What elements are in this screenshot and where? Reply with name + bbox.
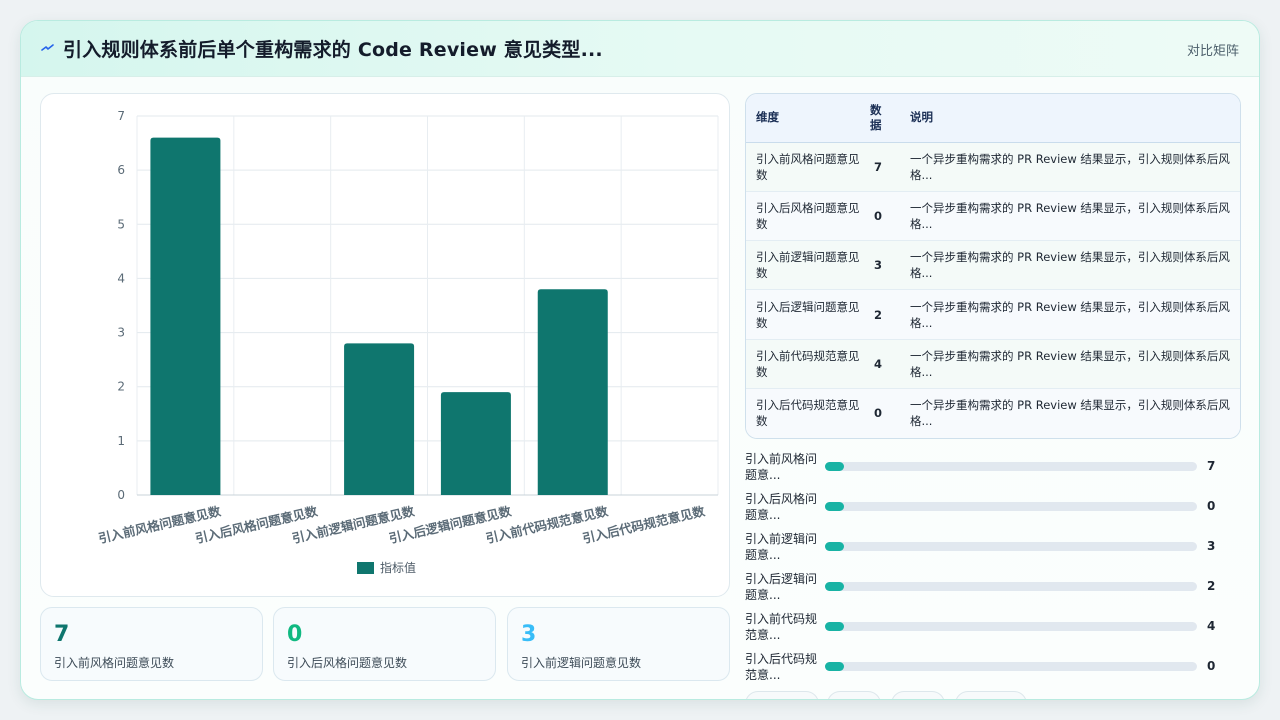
table-cell-value: 4 [874,356,883,371]
progress-row: 引入后逻辑问题意... 2 [745,571,1239,605]
kpi-value: 3 [521,622,537,647]
progress-label: 引入后逻辑问题意... [745,572,818,602]
progress-track [825,502,1197,511]
y-tick-label: 0 [117,488,125,502]
bar-chart-panel: 0 1 2 3 4 5 6 7 引入前风格问题意见数 引入后风格问题意见数 引入前逻辑问题意见数 引入… [40,93,730,597]
progress-label: 引入前风格问题意... [745,452,818,482]
progress-value: 0 [1207,659,1216,673]
progress-fill [825,622,844,631]
table-cell-dimension: 引入前逻辑问题意见数 [756,250,860,281]
progress-value: 3 [1207,539,1216,553]
tag-chip[interactable] [745,691,819,699]
column-header-data: 数据 [860,94,900,143]
table-row: 引入后风格问题意见数 0 一个异步重构需求的 PR Review 结果显示，引入… [746,191,1240,241]
progress-row: 引入前风格问题意... 7 [745,451,1239,485]
progress-label: 引入前代码规范意... [745,612,818,642]
chart-bar [537,289,608,495]
progress-row: 引入后风格问题意... 0 [745,491,1239,525]
column-header-description: 说明 [900,94,1240,143]
kpi-card: 7 引入前风格问题意见数 [40,607,263,681]
progress-row: 引入前代码规范意... 4 [745,611,1239,645]
page-title: 引入规则体系前后单个重构需求的 Code Review 意见类型... [63,39,603,61]
progress-value: 7 [1207,459,1216,473]
dashboard-card: 引入规则体系前后单个重构需求的 Code Review 意见类型... 对比矩阵… [20,20,1260,700]
table-cell-dimension: 引入后逻辑问题意见数 [756,299,860,330]
table-cell-value: 0 [874,208,883,223]
progress-value: 0 [1207,499,1216,513]
progress-fill [825,462,844,471]
table-cell-description: 一个异步重构需求的 PR Review 结果显示，引入规则体系后风格... [910,299,1230,330]
table-row: 引入前风格问题意见数 7 一个异步重构需求的 PR Review 结果显示，引入… [746,142,1240,192]
progress-label: 引入后代码规范意... [745,652,818,682]
y-tick-label: 3 [117,326,125,340]
y-tick-label: 6 [117,163,125,177]
chart-bar [150,137,221,495]
tag-chip[interactable] [955,691,1027,699]
legend-swatch [357,562,374,574]
kpi-card: 3 引入前逻辑问题意见数 [507,607,730,681]
kpi-value: 0 [287,622,303,647]
table-row: 引入后逻辑问题意见数 2 一个异步重构需求的 PR Review 结果显示，引入… [746,289,1240,340]
table-cell-dimension: 引入前代码规范意见数 [756,348,860,379]
progress-fill [825,582,844,591]
progress-value: 2 [1207,579,1216,593]
kpi-label: 引入前逻辑问题意见数 [521,656,642,670]
bar-chart: 01234567引入前风格问题意见数引入后风格问题意见数引入前逻辑问题意见数引入… [97,109,719,575]
progress-label: 引入前逻辑问题意... [745,532,818,562]
progress-row: 引入前逻辑问题意... 3 [745,531,1239,565]
y-tick-label: 2 [117,380,125,394]
progress-fill [825,542,844,551]
column-header-dimension: 维度 [746,94,860,143]
progress-fill [825,502,844,511]
y-tick-label: 5 [117,217,125,231]
progress-track [825,462,1197,471]
table-cell-description: 一个异步重构需求的 PR Review 结果显示，引入规则体系后风格... [910,200,1230,231]
progress-track [825,622,1197,631]
tag-chip[interactable] [827,691,881,699]
table-row: 引入后代码规范意见数 0 一个异步重构需求的 PR Review 结果显示，引入… [746,388,1240,438]
chart-bar [344,343,415,495]
table-cell-description: 一个异步重构需求的 PR Review 结果显示，引入规则体系后风格... [910,348,1230,379]
table-header-row: 维度 数据 说明 [746,94,1240,143]
data-table: 维度 数据 说明 引入前风格问题意见数 7 一个异步重构需求的 PR Revie… [745,93,1241,439]
progress-fill [825,662,844,671]
progress-value: 4 [1207,619,1216,633]
progress-track [825,582,1197,591]
table-row: 引入前代码规范意见数 4 一个异步重构需求的 PR Review 结果显示，引入… [746,339,1240,389]
table-cell-dimension: 引入前风格问题意见数 [756,151,860,182]
table-cell-dimension: 引入后代码规范意见数 [756,398,860,429]
table-cell-value: 2 [874,307,883,322]
table-cell-description: 一个异步重构需求的 PR Review 结果显示，引入规则体系后风格... [910,398,1230,429]
y-tick-label: 1 [117,434,125,448]
table-cell-value: 3 [874,258,883,273]
table-cell-value: 0 [874,406,883,421]
y-tick-label: 7 [117,109,125,123]
chart-bar [440,392,511,495]
kpi-label: 引入前风格问题意见数 [54,656,175,670]
y-tick-label: 4 [117,271,125,285]
table-row: 引入前逻辑问题意见数 3 一个异步重构需求的 PR Review 结果显示，引入… [746,240,1240,290]
progress-row: 引入后代码规范意... 0 [745,651,1239,685]
table-cell-description: 一个异步重构需求的 PR Review 结果显示，引入规则体系后风格... [910,151,1230,182]
card-header: 引入规则体系前后单个重构需求的 Code Review 意见类型... 对比矩阵 [21,21,1259,77]
view-mode-label[interactable]: 对比矩阵 [1187,40,1239,59]
tag-chip[interactable] [891,691,945,699]
kpi-card: 0 引入后风格问题意见数 [273,607,496,681]
kpi-label: 引入后风格问题意见数 [287,656,408,670]
legend-label: 指标值 [380,560,416,575]
progress-track [825,542,1197,551]
table-cell-value: 7 [874,159,883,174]
kpi-value: 7 [54,622,70,647]
table-cell-description: 一个异步重构需求的 PR Review 结果显示，引入规则体系后风格... [910,250,1230,281]
progress-track [825,662,1197,671]
progress-label: 引入后风格问题意... [745,492,818,522]
pulse-icon [41,44,54,51]
table-cell-dimension: 引入后风格问题意见数 [756,200,860,231]
